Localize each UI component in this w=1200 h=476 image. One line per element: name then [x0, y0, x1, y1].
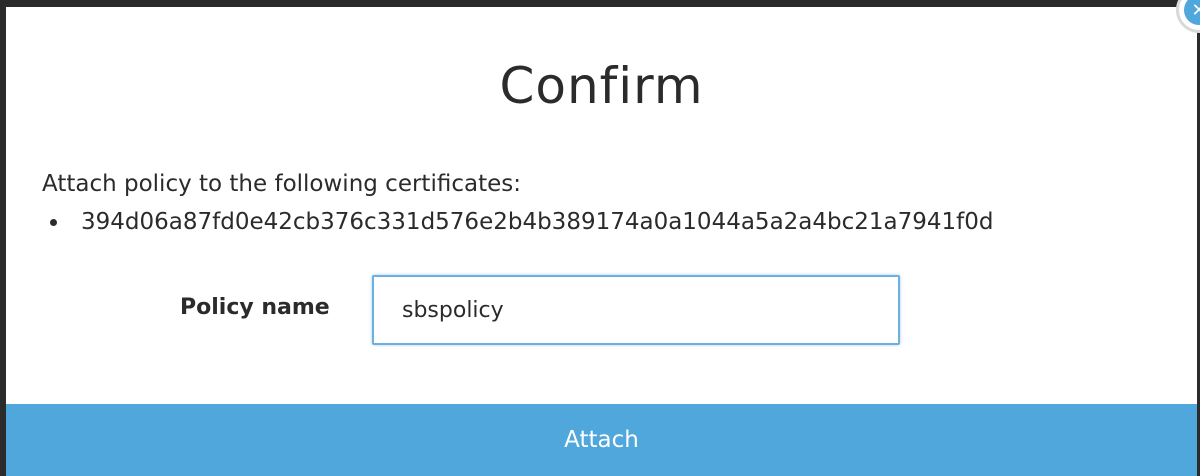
certificate-id: 394d06a87fd0e42cb376c331d576e2b4b389174a… [81, 209, 994, 235]
attach-button[interactable]: Attach [6, 404, 1197, 476]
certificate-list: 394d06a87fd0e42cb376c331d576e2b4b389174a… [42, 209, 994, 235]
list-item: 394d06a87fd0e42cb376c331d576e2b4b389174a… [42, 209, 994, 235]
dialog-intro-text: Attach policy to the following certifica… [42, 171, 521, 197]
policy-name-input[interactable] [372, 275, 900, 345]
policy-name-label: Policy name [180, 295, 330, 320]
backdrop-top-edge [0, 0, 1200, 7]
close-icon: ✕ [1184, 0, 1200, 25]
confirm-dialog: Confirm Attach policy to the following c… [6, 0, 1200, 476]
close-button[interactable]: ✕ [1176, 0, 1200, 33]
bullet-icon [50, 218, 57, 226]
dialog-title: Confirm [499, 57, 704, 115]
